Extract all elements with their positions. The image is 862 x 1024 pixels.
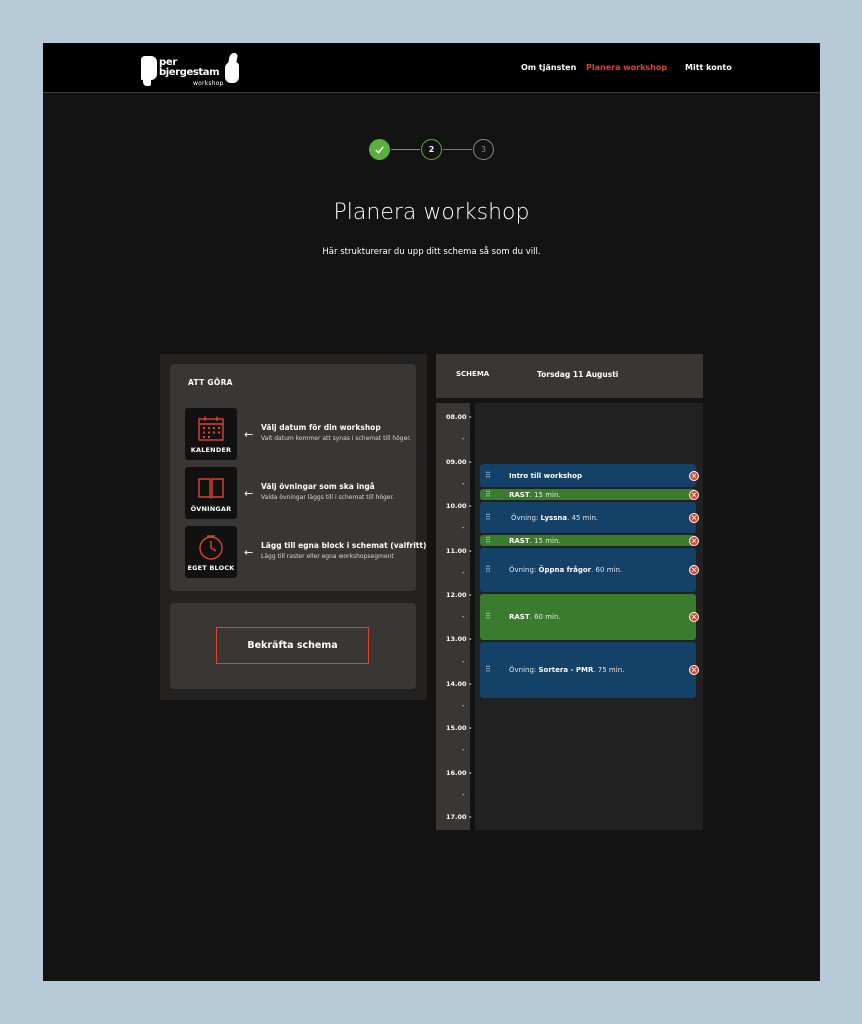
half-hour-marker: - bbox=[462, 791, 465, 799]
step-2-current[interactable]: 2 bbox=[421, 139, 442, 160]
logo-line-2: bjergestam bbox=[159, 67, 220, 78]
block-text: RAST. 15 min. bbox=[509, 536, 561, 545]
schedule-header: SCHEMA Torsdag 11 Augusti bbox=[436, 354, 703, 398]
nav-mitt-konto[interactable]: Mitt konto bbox=[685, 63, 732, 72]
time-label: 15.00 - bbox=[446, 724, 472, 732]
site-header: per bjergestam workshop Om tjänsten Plan… bbox=[43, 43, 820, 93]
time-label: 11.00 - bbox=[446, 547, 472, 555]
schedule-block[interactable]: ⠿ Intro till workshop × bbox=[480, 464, 699, 487]
half-hour-marker: - bbox=[462, 569, 465, 577]
schedule-block[interactable]: ⠿ Övning: Lyssna. 45 min. × bbox=[480, 502, 699, 533]
todo-card: ATT GÖRA KALENDER ← Välj datum för din w… bbox=[170, 364, 426, 591]
time-label: 10.00 - bbox=[446, 502, 472, 510]
todo-panel: ATT GÖRA KALENDER ← Välj datum för din w… bbox=[160, 354, 427, 700]
logo-quote-mark bbox=[225, 62, 239, 83]
page-subtitle: Här strukturerar du upp ditt schema så s… bbox=[322, 247, 541, 257]
step-3-upcoming[interactable]: 3 bbox=[473, 139, 494, 160]
time-label: 08.00 - bbox=[446, 413, 472, 421]
exercises-tile[interactable]: ÖVNINGAR bbox=[185, 467, 237, 519]
block-text: Övning: Öppna frågor. 60 min. bbox=[509, 566, 623, 574]
confirm-schedule-button[interactable]: Bekräfta schema bbox=[216, 627, 369, 664]
half-hour-marker: - bbox=[462, 702, 465, 710]
half-hour-marker: - bbox=[462, 480, 465, 488]
time-label: 09.00 - bbox=[446, 458, 472, 466]
clock-icon bbox=[199, 535, 223, 560]
nav-planera-workshop[interactable]: Planera workshop bbox=[586, 63, 667, 72]
calendar-icon bbox=[198, 416, 224, 441]
remove-block-icon[interactable]: × bbox=[689, 535, 699, 546]
remove-block-icon[interactable]: × bbox=[689, 665, 699, 675]
drag-handle-icon[interactable]: ⠿ bbox=[485, 566, 491, 574]
arrow-left-icon: ← bbox=[244, 487, 254, 500]
task-title: Välj övningar som ska ingå bbox=[261, 482, 375, 491]
half-hour-marker: - bbox=[462, 658, 465, 666]
tile-label: EGET BLOCK bbox=[187, 564, 235, 572]
schedule-date: Torsdag 11 Augusti bbox=[537, 370, 619, 379]
arrow-left-icon: ← bbox=[244, 546, 254, 559]
block-text: Övning: Sortera - PMR. 75 min. bbox=[509, 666, 625, 674]
drag-handle-icon[interactable]: ⠿ bbox=[485, 471, 491, 480]
task-title: Lägg till egna block i schemat (valfritt… bbox=[261, 541, 427, 550]
checkmark-icon bbox=[375, 146, 384, 154]
half-hour-marker: - bbox=[462, 746, 465, 754]
book-icon bbox=[198, 478, 224, 499]
nav-om-tjansten[interactable]: Om tjänsten bbox=[521, 63, 576, 72]
step-1-done[interactable] bbox=[369, 139, 390, 160]
half-hour-marker: - bbox=[462, 435, 465, 443]
calendar-tile[interactable]: KALENDER bbox=[185, 408, 237, 460]
drag-handle-icon[interactable]: ⠿ bbox=[485, 536, 491, 545]
task-description: Valt datum kommer att synas i schemat ti… bbox=[261, 435, 412, 442]
time-label: 13.00 - bbox=[446, 635, 472, 643]
schedule-block[interactable]: ⠿ Övning: Sortera - PMR. 75 min. × bbox=[480, 642, 699, 698]
step-connector bbox=[443, 149, 472, 150]
drag-handle-icon[interactable]: ⠿ bbox=[485, 513, 491, 522]
task-description: Lägg till raster eller egna workshopsegm… bbox=[261, 553, 394, 560]
block-text: Övning: Lyssna. 45 min. bbox=[511, 513, 599, 522]
time-label: 14.00 - bbox=[446, 680, 472, 688]
app-frame: per bjergestam workshop Om tjänsten Plan… bbox=[43, 43, 820, 981]
custom-block-tile[interactable]: EGET BLOCK bbox=[185, 526, 237, 578]
schedule-block[interactable]: ⠿ RAST. 15 min. × bbox=[480, 535, 699, 546]
schedule-label: SCHEMA bbox=[456, 370, 490, 378]
step-connector bbox=[391, 149, 420, 150]
schedule-block[interactable]: ⠿ Övning: Öppna frågor. 60 min. × bbox=[480, 548, 699, 592]
time-label: 16.00 - bbox=[446, 769, 472, 777]
half-hour-marker: - bbox=[462, 613, 465, 621]
remove-block-icon[interactable]: × bbox=[689, 512, 699, 523]
tile-label: ÖVNINGAR bbox=[190, 505, 232, 513]
remove-block-icon[interactable]: × bbox=[689, 489, 699, 500]
logo-line-3: workshop bbox=[193, 80, 224, 87]
time-label: 12.00 - bbox=[446, 591, 472, 599]
drag-handle-icon[interactable]: ⠿ bbox=[485, 613, 491, 621]
block-text: Intro till workshop bbox=[509, 471, 582, 480]
remove-block-icon[interactable]: × bbox=[689, 565, 699, 575]
logo-p-tail bbox=[143, 74, 151, 86]
logo[interactable]: per bjergestam workshop bbox=[141, 50, 245, 90]
block-text: RAST. 60 min. bbox=[509, 613, 561, 621]
task-description: Valda övningar läggs till i schemat till… bbox=[261, 494, 395, 501]
schedule-block[interactable]: ⠿ RAST. 60 min. × bbox=[480, 594, 699, 640]
arrow-left-icon: ← bbox=[244, 428, 254, 441]
remove-block-icon[interactable]: × bbox=[689, 470, 699, 481]
page-title: Planera workshop bbox=[333, 200, 530, 225]
schedule-block[interactable]: ⠿ RAST. 15 min. × bbox=[480, 489, 699, 500]
block-text: RAST. 15 min. bbox=[509, 490, 561, 499]
drag-handle-icon[interactable]: ⠿ bbox=[485, 490, 491, 499]
tile-label: KALENDER bbox=[190, 446, 232, 454]
confirm-card: Bekräfta schema bbox=[170, 603, 416, 689]
drag-handle-icon[interactable]: ⠿ bbox=[485, 666, 491, 674]
remove-block-icon[interactable]: × bbox=[689, 612, 699, 622]
task-title: Välj datum för din workshop bbox=[261, 423, 381, 432]
todo-heading: ATT GÖRA bbox=[188, 378, 233, 387]
half-hour-marker: - bbox=[462, 524, 465, 532]
time-column: 08.00 - - 09.00 - - 10.00 - - 11.00 - - … bbox=[436, 403, 472, 830]
time-label: 17.00 - bbox=[446, 813, 472, 821]
